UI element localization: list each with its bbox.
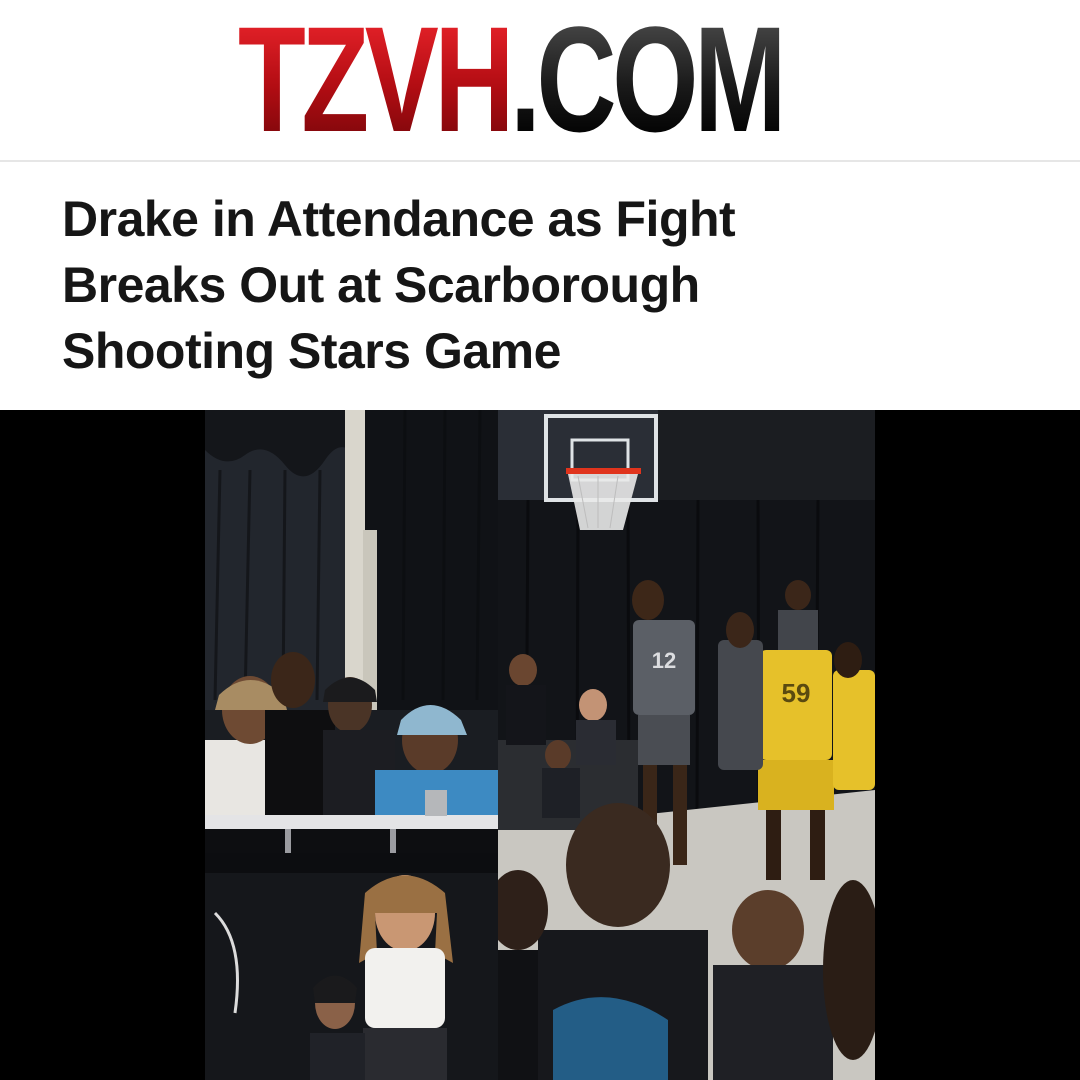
svg-text:12: 12 <box>652 648 676 673</box>
site-header: TZVH .COM <box>0 0 1080 162</box>
site-logo[interactable]: TZVH .COM <box>238 0 787 163</box>
logo-suffix-text: .COM <box>510 0 786 163</box>
svg-text:59: 59 <box>782 678 811 708</box>
courtside-spectators-photo <box>205 410 498 853</box>
headline-line-2: Breaks Out at Scarborough <box>62 257 700 313</box>
headline-section: Drake in Attendance as Fight Breaks Out … <box>0 162 1080 410</box>
basketball-fight-photo: 12 59 <box>498 410 875 1080</box>
headline-line-1: Drake in Attendance as Fight <box>62 191 736 247</box>
spectator-woman-photo <box>205 853 498 1080</box>
article-card: TZVH .COM Drake in Attendance as Fight Br… <box>0 0 1080 1080</box>
headline-line-3: Shooting Stars Game <box>62 323 561 379</box>
photo-collage[interactable]: 12 59 <box>0 410 1080 1080</box>
logo-primary-text: TZVH <box>238 0 514 163</box>
article-headline[interactable]: Drake in Attendance as Fight Breaks Out … <box>62 186 822 384</box>
